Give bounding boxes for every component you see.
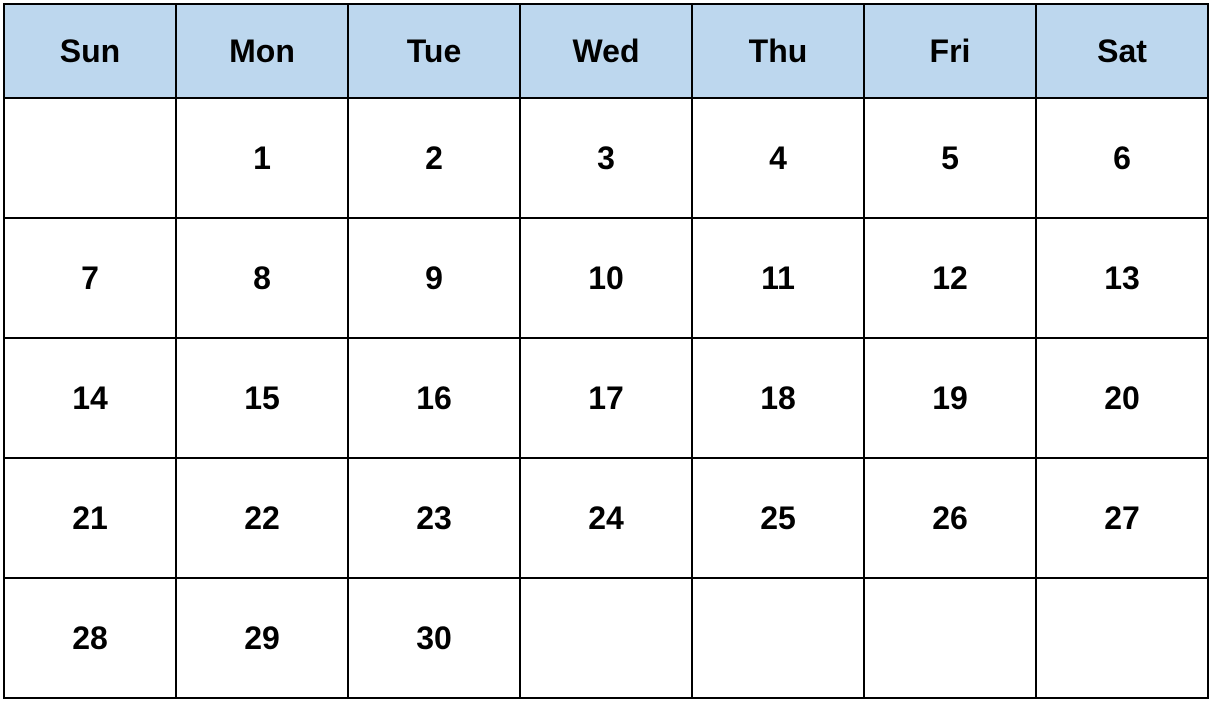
day-cell: 21 [3, 457, 177, 579]
day-cell: 13 [1035, 217, 1209, 339]
day-cell: 4 [691, 97, 865, 219]
week-row: 7 8 9 10 11 12 13 [3, 217, 1209, 339]
empty-day-cell [519, 577, 693, 699]
day-cell: 12 [863, 217, 1037, 339]
day-cell: 24 [519, 457, 693, 579]
day-cell: 19 [863, 337, 1037, 459]
day-cell: 25 [691, 457, 865, 579]
day-cell: 3 [519, 97, 693, 219]
day-cell: 16 [347, 337, 521, 459]
week-row: 21 22 23 24 25 26 27 [3, 457, 1209, 579]
day-cell: 9 [347, 217, 521, 339]
day-cell: 8 [175, 217, 349, 339]
day-cell: 20 [1035, 337, 1209, 459]
weekday-sun: Sun [3, 3, 177, 99]
month-calendar: Sun Mon Tue Wed Thu Fri Sat 1 2 3 4 5 6 7 8 9 10 1… [3, 3, 1209, 699]
weekday-tue: Tue [347, 3, 521, 99]
day-cell: 11 [691, 217, 865, 339]
empty-day-cell [3, 97, 177, 219]
day-cell: 27 [1035, 457, 1209, 579]
day-cell: 5 [863, 97, 1037, 219]
day-cell: 26 [863, 457, 1037, 579]
day-cell: 29 [175, 577, 349, 699]
weekday-header-row: Sun Mon Tue Wed Thu Fri Sat [3, 3, 1209, 99]
day-cell: 17 [519, 337, 693, 459]
day-cell: 7 [3, 217, 177, 339]
day-cell: 14 [3, 337, 177, 459]
day-cell: 2 [347, 97, 521, 219]
week-row: 28 29 30 [3, 577, 1209, 699]
day-cell: 30 [347, 577, 521, 699]
day-cell: 22 [175, 457, 349, 579]
weekday-fri: Fri [863, 3, 1037, 99]
day-cell: 15 [175, 337, 349, 459]
empty-day-cell [863, 577, 1037, 699]
weekday-sat: Sat [1035, 3, 1209, 99]
day-cell: 10 [519, 217, 693, 339]
empty-day-cell [691, 577, 865, 699]
day-cell: 6 [1035, 97, 1209, 219]
day-cell: 18 [691, 337, 865, 459]
week-row: 14 15 16 17 18 19 20 [3, 337, 1209, 459]
weekday-mon: Mon [175, 3, 349, 99]
weekday-thu: Thu [691, 3, 865, 99]
day-cell: 28 [3, 577, 177, 699]
weekday-wed: Wed [519, 3, 693, 99]
day-cell: 23 [347, 457, 521, 579]
empty-day-cell [1035, 577, 1209, 699]
day-cell: 1 [175, 97, 349, 219]
week-row: 123456 [3, 97, 1209, 219]
